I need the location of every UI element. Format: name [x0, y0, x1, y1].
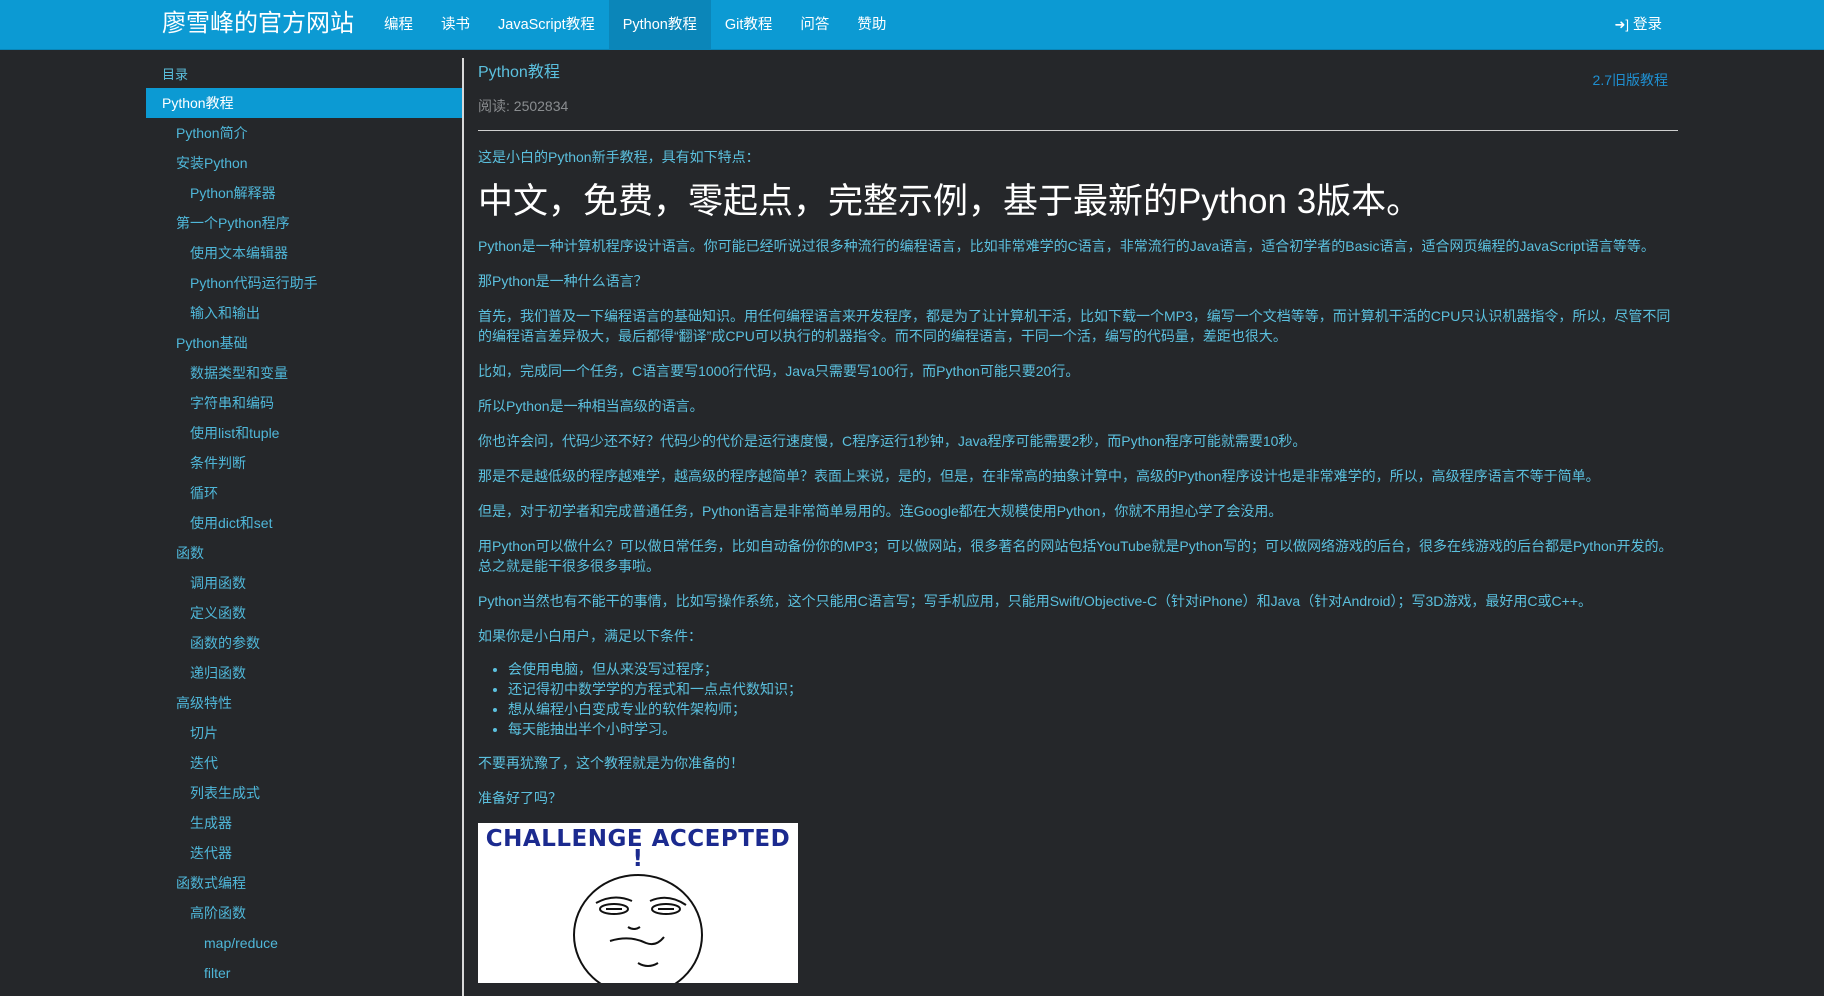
read-count: 阅读: 2502834	[478, 98, 569, 114]
page-title: Python教程	[478, 64, 560, 81]
meme-face-drawing	[573, 874, 703, 983]
paragraph: 首先，我们普及一下编程语言的基础知识。用任何编程语言来开发程序，都是为了让计算机…	[478, 308, 1671, 344]
nav-item-1[interactable]: 读书	[427, 0, 484, 50]
challenge-accepted-image: CHALLENGE ACCEPTED !	[478, 823, 798, 983]
paragraph: 用Python可以做什么？可以做日常任务，比如自动备份你的MP3；可以做网站，很…	[478, 538, 1673, 574]
sidebar-divider	[462, 58, 464, 996]
list-item: 每天能抽出半个小时学习。	[508, 719, 1678, 739]
sidebar-item[interactable]: 递归函数	[146, 658, 462, 688]
sidebar-toc: 目录 Python教程 Python简介 安装Python Python解释器 第一个P…	[146, 50, 462, 996]
login-label: 登录	[1633, 17, 1662, 33]
main-nav: 编程 读书 JavaScript教程 Python教程 Git教程 问答 赞助	[370, 0, 900, 50]
sidebar-item[interactable]: 输入和输出	[146, 298, 462, 328]
sidebar-item[interactable]: 循环	[146, 478, 462, 508]
sidebar-item[interactable]: 安装Python	[146, 148, 462, 178]
sidebar-item[interactable]: 迭代	[146, 748, 462, 778]
sidebar-item[interactable]: 函数的参数	[146, 628, 462, 658]
sidebar-item[interactable]: Python基础	[146, 328, 462, 358]
sidebar-item[interactable]: Python代码运行助手	[146, 268, 462, 298]
intro-text: 这是小白的Python新手教程，具有如下特点：	[478, 149, 760, 165]
sidebar-item[interactable]: 使用list和tuple	[146, 418, 462, 448]
sidebar-item[interactable]: 定义函数	[146, 598, 462, 628]
nav-item-3[interactable]: Python教程	[608, 0, 711, 50]
sidebar-item[interactable]: 使用文本编辑器	[146, 238, 462, 268]
sidebar-item[interactable]: 第一个Python程序	[146, 208, 462, 238]
sidebar-item[interactable]: 切片	[146, 718, 462, 748]
toc-title: 目录	[162, 67, 189, 82]
main-content: Python教程 2.7旧版教程 阅读: 2502834 这是小白的Python…	[478, 50, 1678, 996]
sidebar-item[interactable]: 使用dict和set	[146, 508, 462, 538]
article-body: 这是小白的Python新手教程，具有如下特点： 中文，免费，零起点，完整示例，基…	[478, 147, 1678, 983]
top-navbar: 廖雪峰的官方网站 编程 读书 JavaScript教程 Python教程 Git教程 问答…	[0, 0, 1824, 50]
nav-item-4[interactable]: Git教程	[711, 0, 787, 50]
login-button[interactable]: ➜] 登录	[1614, 0, 1662, 50]
sidebar-item[interactable]: 函数	[146, 538, 462, 568]
paragraph: 你也许会问，代码少还不好？代码少的代价是运行速度慢，C程序运行1秒钟，Java程…	[478, 433, 1307, 449]
paragraph: Python当然也有不能干的事情，比如写操作系统，这个只能用C语言写；写手机应用…	[478, 593, 1592, 609]
paragraph: 如果你是小白用户，满足以下条件：	[478, 628, 702, 644]
paragraph: 所以Python是一种相当高级的语言。	[478, 398, 704, 414]
sidebar-item[interactable]: 字符串和编码	[146, 388, 462, 418]
nav-item-2[interactable]: JavaScript教程	[484, 0, 609, 50]
sidebar-item[interactable]: 函数式编程	[146, 868, 462, 898]
paragraph: 比如，完成同一个任务，C语言要写1000行代码，Java只需要写100行，而Py…	[478, 363, 1080, 379]
sidebar-item[interactable]: 高阶函数	[146, 898, 462, 928]
sidebar-item[interactable]: map/reduce	[146, 928, 462, 958]
nav-item-0[interactable]: 编程	[370, 0, 427, 50]
sidebar-item[interactable]: 高级特性	[146, 688, 462, 718]
sidebar-item[interactable]: 数据类型和变量	[146, 358, 462, 388]
paragraph: 准备好了吗？	[478, 790, 562, 806]
sidebar-item[interactable]: Python简介	[146, 118, 462, 148]
condition-list: 会使用电脑，但从来没写过程序；还记得初中数学学的方程式和一点点代数知识；想从编程…	[508, 659, 1678, 739]
sidebar-item[interactable]: filter	[146, 958, 462, 988]
sidebar-item[interactable]: 列表生成式	[146, 778, 462, 808]
sign-in-icon: ➜]	[1614, 17, 1629, 32]
paragraph-group: 不要再犹豫了，这个教程就是为你准备的！ 准备好了吗？	[478, 753, 1678, 808]
paragraph: Python是一种计算机程序设计语言。你可能已经听说过很多种流行的编程语言，比如…	[478, 238, 1655, 254]
list-item: 想从编程小白变成专业的软件架构师；	[508, 699, 1678, 719]
nav-item-6[interactable]: 赞助	[843, 0, 900, 50]
sidebar-item[interactable]: Python解释器	[146, 178, 462, 208]
sidebar-item[interactable]: 迭代器	[146, 838, 462, 868]
list-item: 会使用电脑，但从来没写过程序；	[508, 659, 1678, 679]
paragraph: 那Python是一种什么语言？	[478, 273, 648, 289]
list-item: 还记得初中数学学的方程式和一点点代数知识；	[508, 679, 1678, 699]
paragraph: 但是，对于初学者和完成普通任务，Python语言是非常简单易用的。连Google…	[478, 503, 1283, 519]
divider	[478, 130, 1678, 131]
headline: 中文，免费，零起点，完整示例，基于最新的Python 3版本。	[478, 182, 1422, 221]
paragraph: 不要再犹豫了，这个教程就是为你准备的！	[478, 755, 744, 771]
site-brand[interactable]: 廖雪峰的官方网站	[162, 0, 354, 50]
legacy-tutorial-link[interactable]: 2.7旧版教程	[1593, 70, 1668, 90]
paragraph-group: Python是一种计算机程序设计语言。你可能已经听说过很多种流行的编程语言，比如…	[478, 236, 1678, 646]
sidebar-item[interactable]: 调用函数	[146, 568, 462, 598]
paragraph: 那是不是越低级的程序越难学，越高级的程序越简单？表面上来说，是的，但是，在非常高…	[478, 468, 1600, 484]
toc-list: Python教程 Python简介 安装Python Python解释器 第一个Pyth…	[146, 88, 462, 988]
nav-item-5[interactable]: 问答	[786, 0, 843, 50]
sidebar-item[interactable]: 条件判断	[146, 448, 462, 478]
sidebar-item[interactable]: 生成器	[146, 808, 462, 838]
sidebar-item[interactable]: Python教程	[146, 88, 462, 118]
